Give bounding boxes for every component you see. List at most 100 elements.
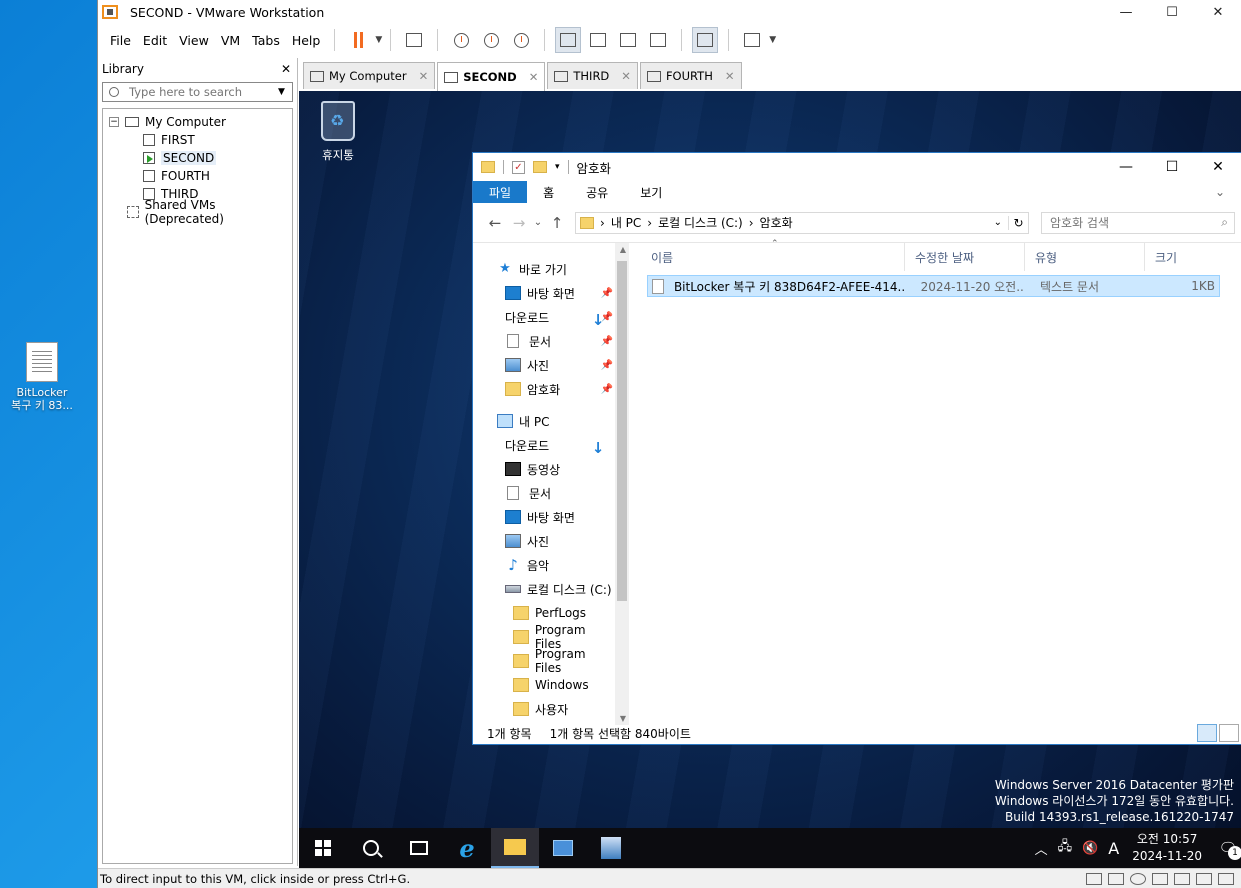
nav-this-pc[interactable]: 내 PC xyxy=(473,409,615,433)
send-ctrl-alt-del-button[interactable] xyxy=(401,27,427,53)
breadcrumb-this-pc[interactable]: 내 PC xyxy=(611,214,641,231)
nav-pc-music[interactable]: ♪ 음악 xyxy=(473,553,615,577)
explorer-maximize-button[interactable]: ☐ xyxy=(1149,159,1195,175)
usb-icon[interactable] xyxy=(1174,872,1190,885)
file-row[interactable]: BitLocker 복구 키 838D64F2-AFEE-414... 2024… xyxy=(647,275,1220,297)
nav-quick-downloads[interactable]: ↓ 다운로드 📌 xyxy=(473,305,615,329)
tree-root-my-computer[interactable]: − My Computer xyxy=(103,113,292,131)
library-close-button[interactable]: ✕ xyxy=(281,62,291,76)
desktop-file-bitlocker-key[interactable]: BitLocker 복구 키 83... xyxy=(6,342,78,412)
maximize-button[interactable]: ☐ xyxy=(1149,0,1195,24)
back-arrow-icon[interactable]: ← xyxy=(483,214,507,232)
new-folder-icon[interactable] xyxy=(533,161,547,173)
nav-local-disk[interactable]: 로컬 디스크 (C:) xyxy=(473,577,615,601)
properties-icon[interactable]: ✓ xyxy=(512,160,525,174)
revert-snapshot-button[interactable] xyxy=(478,27,504,53)
close-button[interactable]: ✕ xyxy=(1195,0,1241,24)
menu-help[interactable]: Help xyxy=(286,33,327,48)
stretch-guest-button[interactable] xyxy=(739,27,765,53)
column-size[interactable]: 크기 xyxy=(1145,243,1225,271)
breadcrumb-chevron-icon[interactable]: › xyxy=(600,216,605,230)
breadcrumb-local-disk[interactable]: 로컬 디스크 (C:) xyxy=(658,214,743,231)
tab-close-icon[interactable]: ✕ xyxy=(419,69,429,83)
taskbar-app[interactable] xyxy=(587,828,635,868)
ribbon-tab-share[interactable]: 공유 xyxy=(570,181,624,203)
search-dropdown-icon[interactable]: ▼ xyxy=(278,87,292,97)
menu-file[interactable]: File xyxy=(104,33,137,48)
address-bar[interactable]: › 내 PC › 로컬 디스크 (C:) › 암호화 ⌄ ↻ xyxy=(575,211,1029,234)
taskbar-clock[interactable]: 오전 10:57 2024-11-20 xyxy=(1132,831,1202,865)
nav-quick-pictures[interactable]: 사진 📌 xyxy=(473,353,615,377)
tree-item-second[interactable]: SECOND xyxy=(103,149,292,167)
suspend-button[interactable] xyxy=(345,27,371,53)
breadcrumb-chevron-icon[interactable]: › xyxy=(749,216,754,230)
recycle-bin[interactable]: 휴지통 xyxy=(313,101,363,163)
search-button[interactable] xyxy=(347,828,395,868)
tree-item-first[interactable]: FIRST xyxy=(103,131,292,149)
nav-quick-documents[interactable]: 문서 📌 xyxy=(473,329,615,353)
nav-pc-downloads[interactable]: ↓ 다운로드 xyxy=(473,433,615,457)
tab-fourth[interactable]: FOURTH ✕ xyxy=(639,62,742,89)
column-modified[interactable]: 수정한 날짜 xyxy=(905,243,1025,271)
nav-pc-pictures[interactable]: 사진 xyxy=(473,529,615,553)
menu-edit[interactable]: Edit xyxy=(137,33,173,48)
minimize-button[interactable]: — xyxy=(1103,0,1149,24)
large-icons-view-icon[interactable] xyxy=(1219,724,1239,742)
taskbar-internet-explorer[interactable]: e xyxy=(443,828,491,868)
tab-close-icon[interactable]: ✕ xyxy=(529,70,539,84)
nav-pc-videos[interactable]: 동영상 xyxy=(473,457,615,481)
volume-muted-icon[interactable]: 🔇 xyxy=(1082,841,1098,856)
nav-program-files-x86[interactable]: Program Files xyxy=(473,647,615,675)
action-center-button[interactable]: 🗨 1 xyxy=(1214,834,1241,862)
input-method[interactable]: A xyxy=(1108,839,1119,858)
menu-vm[interactable]: VM xyxy=(215,33,246,48)
collapse-icon[interactable]: − xyxy=(109,117,119,127)
explorer-close-button[interactable]: ✕ xyxy=(1195,159,1241,175)
tree-item-fourth[interactable]: FOURTH xyxy=(103,167,292,185)
show-library-button[interactable] xyxy=(555,27,582,53)
expand-ribbon-icon[interactable]: ⌄ xyxy=(1199,181,1241,203)
cd-dvd-icon[interactable] xyxy=(1130,872,1146,885)
network-icon[interactable]: 🖧 xyxy=(1058,837,1073,859)
breadcrumb-current[interactable]: 암호화 xyxy=(760,214,793,231)
address-dropdown-icon[interactable]: ⌄ xyxy=(994,217,1002,228)
nav-windows[interactable]: Windows xyxy=(473,673,615,697)
nav-quick-desktop[interactable]: 바탕 화면 📌 xyxy=(473,281,615,305)
nav-quick-encryption[interactable]: 암호화 📌 xyxy=(473,377,615,401)
power-dropdown-icon[interactable]: ▼ xyxy=(375,35,382,45)
breadcrumb-chevron-icon[interactable]: › xyxy=(647,216,652,230)
task-view-button[interactable] xyxy=(395,828,443,868)
taskbar-file-explorer[interactable] xyxy=(491,828,539,868)
nav-pc-desktop[interactable]: 바탕 화면 xyxy=(473,505,615,529)
nav-perflogs[interactable]: PerfLogs xyxy=(473,601,615,625)
guest-screen[interactable]: 휴지통 ✓ ▾ 암호화 — ☐ ✕ 파일 홈 공유 xyxy=(299,91,1241,868)
ribbon-tab-view[interactable]: 보기 xyxy=(624,181,678,203)
unity-button[interactable] xyxy=(645,27,671,53)
show-hidden-icons-icon[interactable]: ︿ xyxy=(1035,839,1048,858)
tree-item-shared-vms[interactable]: Shared VMs (Deprecated) xyxy=(103,198,292,226)
nav-quick-access[interactable]: ★ 바로 가기 xyxy=(473,257,615,281)
start-button[interactable] xyxy=(299,828,347,868)
recent-locations-icon[interactable]: ⌄ xyxy=(531,217,545,228)
tab-second[interactable]: SECOND ✕ xyxy=(437,62,546,91)
nav-pc-documents[interactable]: 문서 xyxy=(473,481,615,505)
nav-scrollbar[interactable]: ▲ ▼ xyxy=(615,243,629,725)
nav-users[interactable]: 사용자 xyxy=(473,697,615,721)
tab-my-computer[interactable]: My Computer ✕ xyxy=(303,62,436,89)
explorer-minimize-button[interactable]: — xyxy=(1103,159,1149,175)
take-snapshot-button[interactable] xyxy=(448,27,474,53)
details-view-icon[interactable] xyxy=(1197,724,1217,742)
ribbon-tab-home[interactable]: 홈 xyxy=(527,181,570,203)
stretch-dropdown-icon[interactable]: ▼ xyxy=(769,35,776,45)
up-arrow-icon[interactable]: ↑ xyxy=(545,214,569,232)
scroll-up-icon[interactable]: ▲ xyxy=(620,245,626,254)
column-type[interactable]: 유형 xyxy=(1025,243,1145,271)
refresh-icon[interactable]: ↻ xyxy=(1008,215,1028,230)
explorer-search-box[interactable]: 암호화 검색 ⌕ xyxy=(1041,211,1235,234)
sound-card-icon[interactable] xyxy=(1196,872,1212,885)
ribbon-tab-file[interactable]: 파일 xyxy=(473,181,528,203)
network-adapter-icon[interactable] xyxy=(1152,872,1168,885)
nav-scroll-thumb[interactable] xyxy=(617,261,627,601)
taskbar-server-manager[interactable] xyxy=(539,828,587,868)
display-icon[interactable] xyxy=(1218,872,1234,885)
